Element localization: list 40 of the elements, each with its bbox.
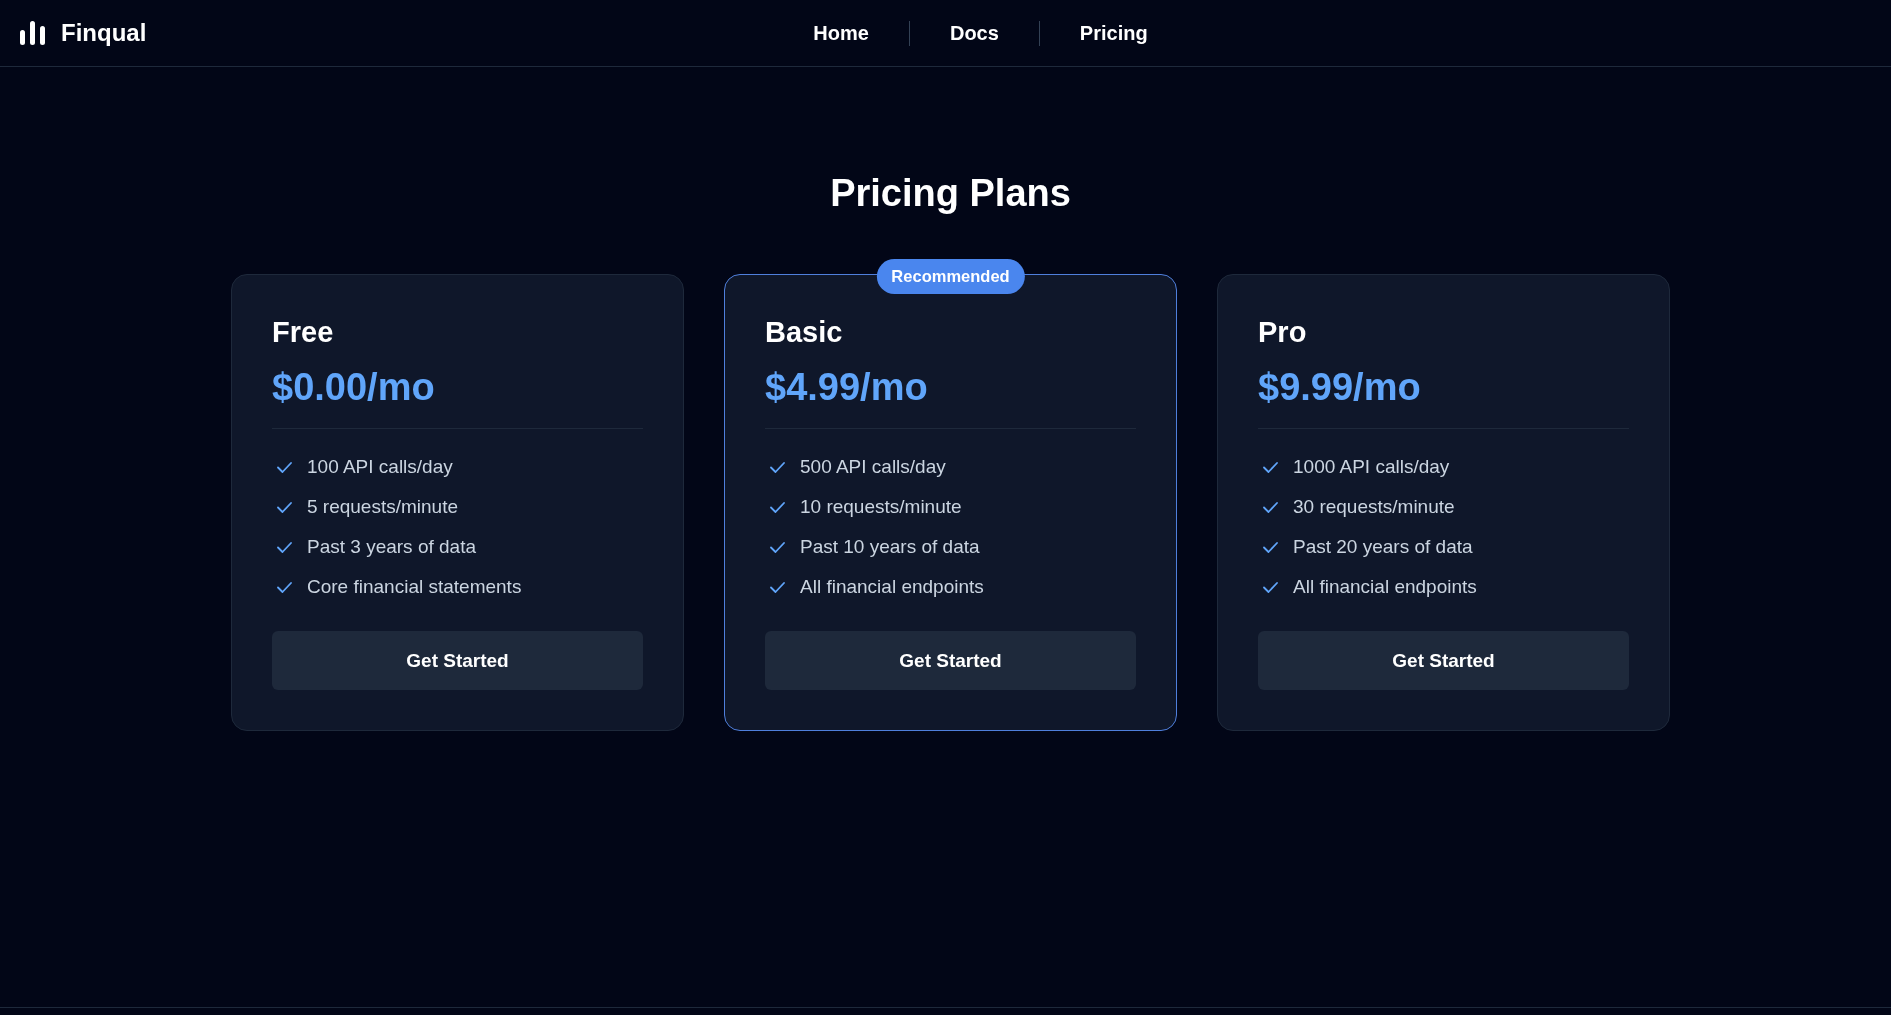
feature-text: 30 requests/minute	[1293, 495, 1455, 519]
check-icon	[277, 541, 292, 553]
feature-text: Past 20 years of data	[1293, 535, 1473, 559]
feature-text: 100 API calls/day	[307, 455, 453, 479]
page-title: Pricing Plans	[830, 171, 1071, 216]
check-icon	[1263, 501, 1278, 513]
feature-text: 10 requests/minute	[800, 495, 962, 519]
check-icon	[1263, 581, 1278, 593]
check-icon	[770, 501, 785, 513]
feature-text: Past 3 years of data	[307, 535, 476, 559]
feature-text: 5 requests/minute	[307, 495, 459, 519]
check-icon	[1263, 461, 1278, 473]
bar-chart-icon	[20, 21, 45, 45]
brand-name[interactable]: Finqual	[61, 18, 147, 48]
check-icon	[277, 461, 292, 473]
check-icon	[277, 501, 292, 513]
feature-text: Past 10 years of data	[800, 535, 980, 559]
get-started-button[interactable]: Get Started	[1258, 631, 1629, 690]
plan-price: $9.99/mo	[1258, 365, 1422, 410]
feature-text: 1000 API calls/day	[1293, 455, 1450, 479]
feature-text: All financial endpoints	[1293, 575, 1477, 599]
plan-name: Pro	[1258, 315, 1308, 350]
nav-link[interactable]: Docs	[949, 21, 999, 45]
plan-name: Free	[272, 315, 335, 350]
plan-name: Basic	[765, 315, 844, 350]
recommended-badge: Recommended	[876, 259, 1025, 294]
plan-price: $4.99/mo	[765, 365, 929, 410]
get-started-button[interactable]: Get Started	[272, 631, 643, 690]
check-icon	[1263, 541, 1278, 553]
feature-text: 500 API calls/day	[800, 455, 946, 479]
check-icon	[277, 581, 292, 593]
nav-link[interactable]: Pricing	[1079, 21, 1148, 45]
check-icon	[770, 581, 785, 593]
check-icon	[770, 461, 785, 473]
get-started-button[interactable]: Get Started	[765, 631, 1136, 690]
nav-link[interactable]: Home	[813, 21, 869, 45]
plan-price: $0.00/mo	[272, 365, 436, 410]
feature-text: Core financial statements	[307, 575, 522, 599]
check-icon	[770, 541, 785, 553]
feature-text: All financial endpoints	[800, 575, 984, 599]
